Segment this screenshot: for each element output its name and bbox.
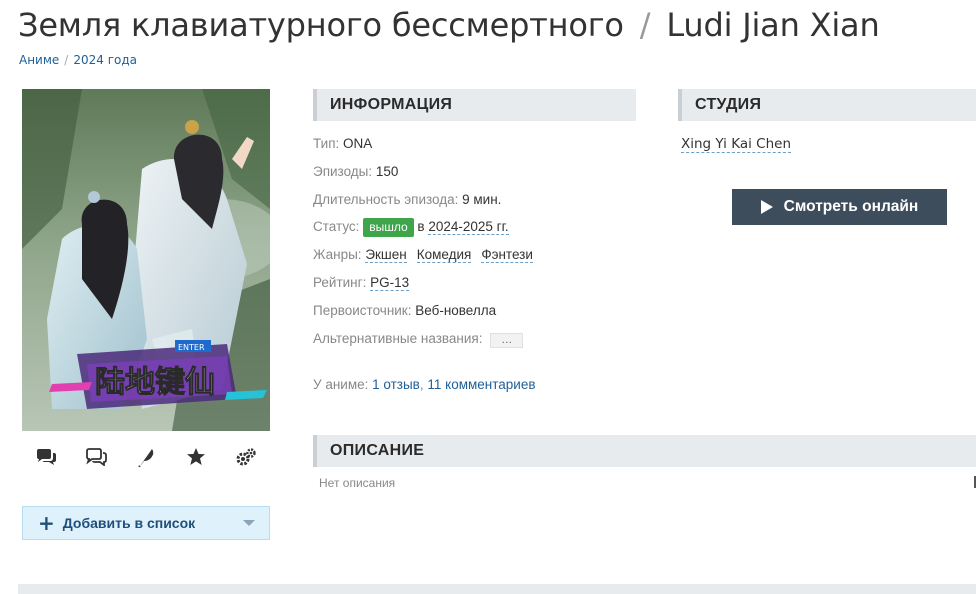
info-genres: Жанры: Экшен Комедия Фэнтези	[313, 247, 533, 263]
info-episodes: Эпизоды: 150	[313, 164, 398, 179]
watch-online-button[interactable]: Смотреть онлайн	[732, 189, 947, 225]
status-years-link[interactable]: 2024-2025 гг.	[428, 219, 509, 235]
chevron-down-icon[interactable]	[243, 520, 255, 526]
info-type: Тип: ONA	[313, 136, 372, 151]
label: Рейтинг:	[313, 275, 367, 290]
star-icon[interactable]	[184, 445, 208, 469]
poster-logo-badge: ENTER	[178, 343, 205, 352]
label: Альтернативные названия:	[313, 331, 483, 346]
label: Статус:	[313, 219, 360, 234]
info-alt-names: Альтернативные названия: …	[313, 331, 524, 348]
description-section-header: ОПИСАНИЕ	[313, 435, 976, 467]
info-rating: Рейтинг: PG-13	[313, 275, 410, 291]
action-bar	[22, 442, 270, 472]
info-duration: Длительность эпизода: 9 мин.	[313, 192, 501, 207]
label: У аниме:	[313, 377, 369, 392]
label: Тип:	[313, 136, 340, 151]
genre-link-comedy[interactable]: Комедия	[416, 247, 472, 263]
breadcrumb-separator: /	[64, 53, 69, 67]
breadcrumb: Аниме / 2024 года	[19, 53, 137, 67]
info-source: Первоисточник: Веб-новелла	[313, 303, 496, 318]
bottom-section-bar	[18, 584, 976, 594]
title-separator: /	[639, 6, 651, 44]
info-section-header: ИНФОРМАЦИЯ	[313, 89, 636, 121]
value: ONA	[343, 136, 373, 151]
value: Веб-новелла	[415, 303, 497, 318]
info-about: У аниме: 1 отзыв, 11 комментариев	[313, 377, 536, 392]
genre-link-action[interactable]: Экшен	[365, 247, 407, 263]
status-in: в	[417, 219, 425, 234]
label: Жанры:	[313, 247, 362, 262]
info-heading: ИНФОРМАЦИЯ	[330, 96, 453, 113]
breadcrumb-anime[interactable]: Аниме	[19, 53, 59, 67]
comments-icon[interactable]	[34, 445, 58, 469]
reviews-link[interactable]: 1 отзыв	[372, 377, 420, 392]
gears-icon[interactable]	[234, 445, 258, 469]
breadcrumb-year[interactable]: 2024 года	[73, 53, 137, 67]
label: Эпизоды:	[313, 164, 373, 179]
comma: ,	[419, 377, 424, 392]
watch-online-label: Смотреть онлайн	[783, 198, 919, 215]
title-russian: Земля клавиатурного бессмертного	[18, 6, 624, 44]
value: 150	[375, 164, 399, 179]
comments-link[interactable]: 11 комментариев	[427, 377, 535, 392]
add-to-list-button[interactable]: + Добавить в список	[22, 506, 270, 540]
feather-icon[interactable]	[134, 445, 158, 469]
label: Первоисточник:	[313, 303, 412, 318]
title-original: Ludi Jian Xian	[666, 6, 880, 44]
studio-link[interactable]: Xing Yi Kai Chen	[681, 136, 791, 153]
studio-heading: СТУДИЯ	[695, 96, 762, 113]
info-status: Статус: вышло в 2024-2025 гг.	[313, 218, 509, 237]
discussion-icon[interactable]	[84, 445, 108, 469]
alt-names-expand-button[interactable]: …	[490, 333, 524, 348]
poster-image[interactable]: 陆地键仙 ENTER	[22, 89, 270, 431]
rating-link[interactable]: PG-13	[370, 275, 410, 291]
studio-section-header: СТУДИЯ	[678, 89, 976, 121]
description-text: Нет описания	[319, 476, 396, 490]
poster-art: 陆地键仙 ENTER	[22, 89, 270, 431]
add-to-list-label: Добавить в список	[62, 515, 196, 531]
page-title: Земля клавиатурного бессмертного / Ludi Ji…	[18, 6, 880, 44]
genre-link-fantasy[interactable]: Фэнтези	[481, 247, 533, 263]
label: Длительность эпизода:	[313, 192, 459, 207]
plus-icon: +	[38, 511, 55, 535]
value: 9 мин.	[462, 192, 502, 207]
status-badge: вышло	[363, 218, 414, 237]
description-heading: ОПИСАНИЕ	[330, 442, 425, 459]
play-icon	[760, 200, 773, 214]
poster-logo-text: 陆地键仙	[95, 365, 215, 400]
